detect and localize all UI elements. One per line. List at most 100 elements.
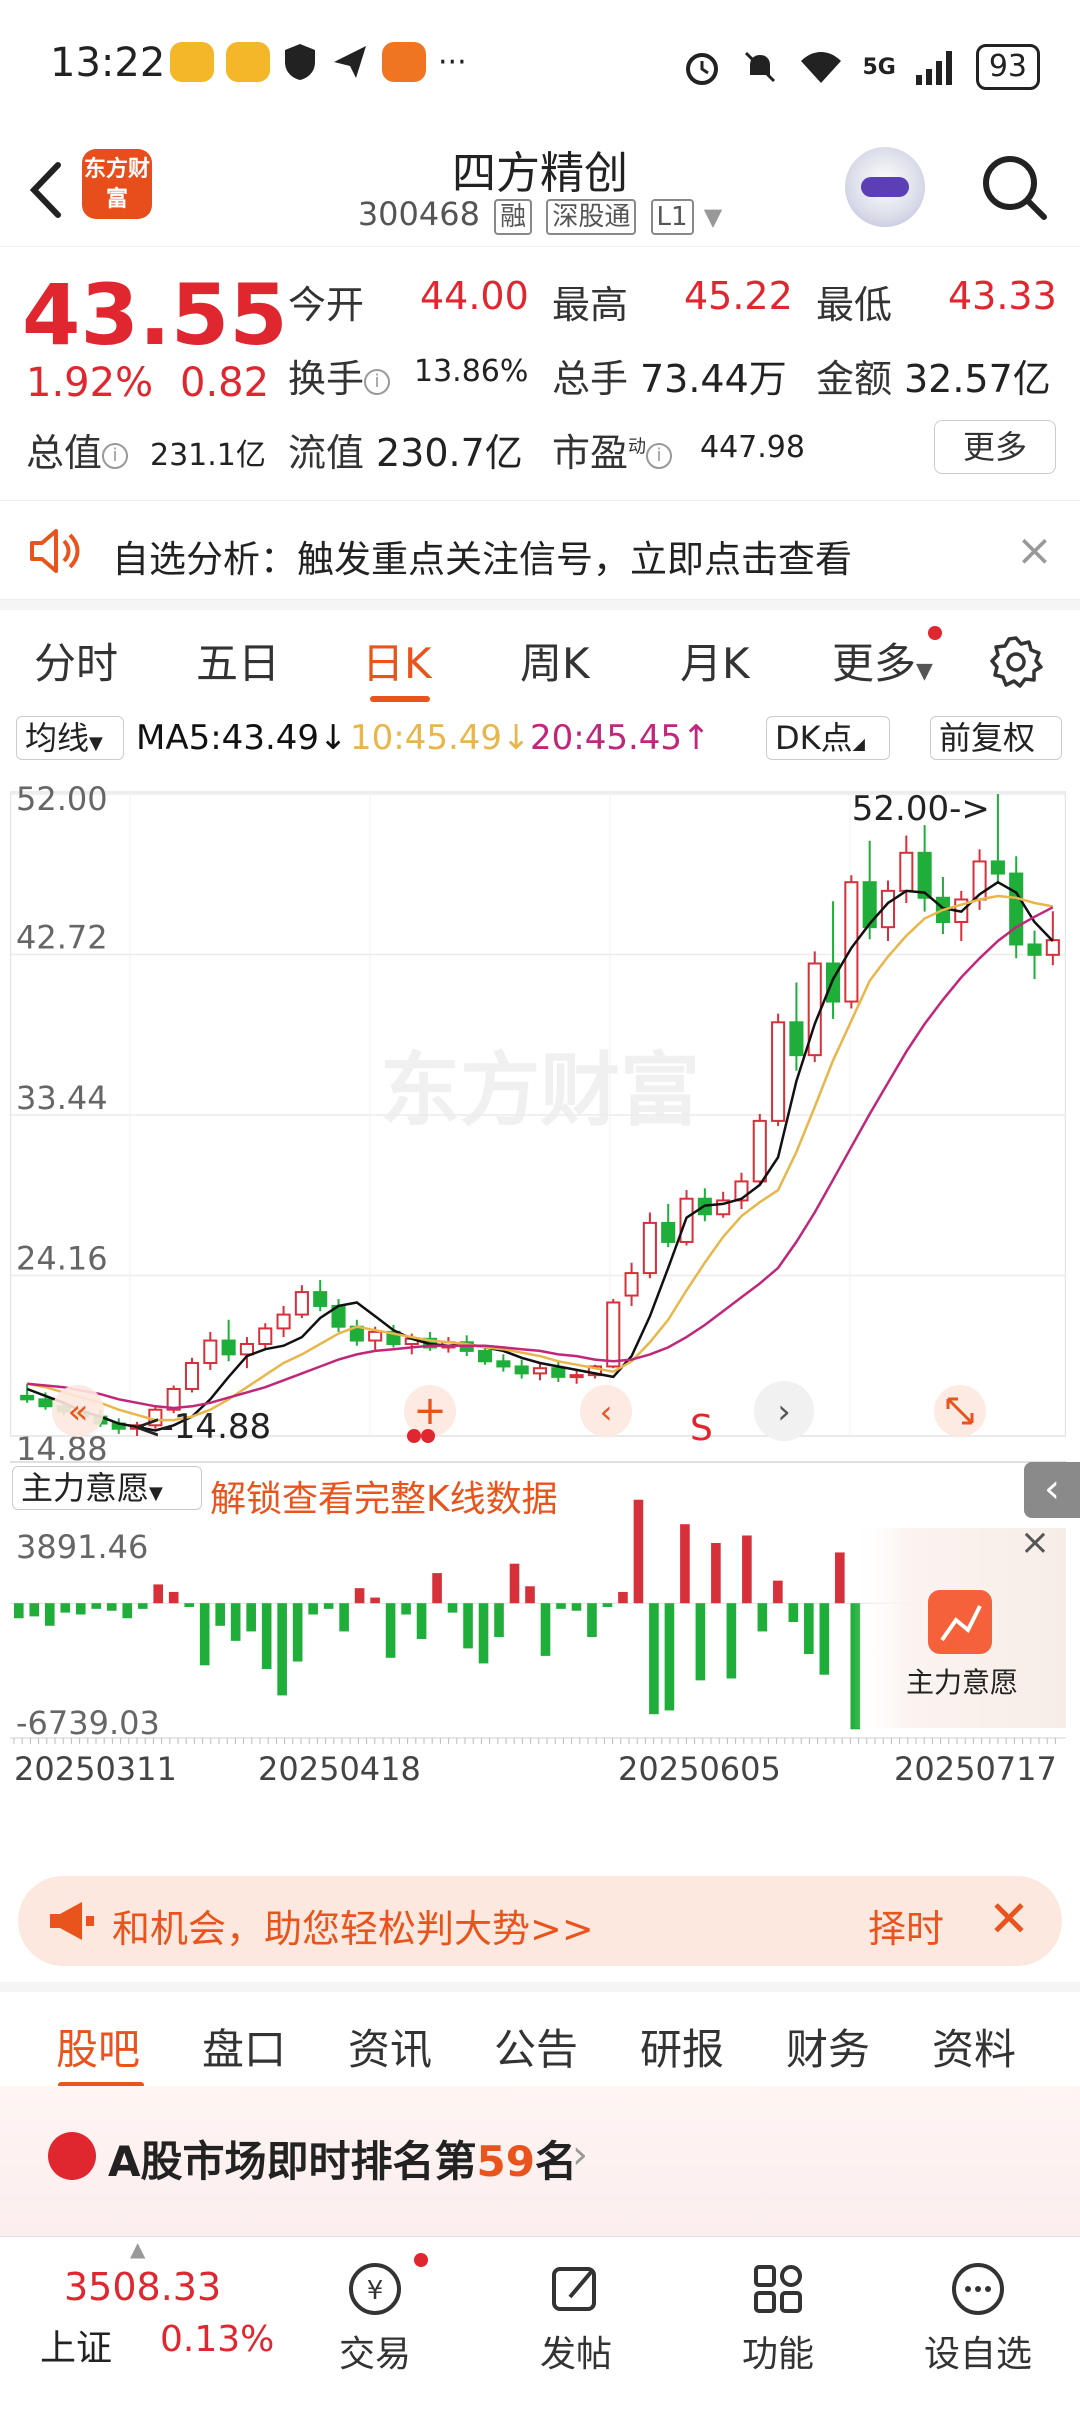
- kline-chart[interactable]: 东方财富 52.0042.7233.4424.1614.88 52.00-><-…: [10, 768, 1066, 1788]
- ranking-icon: [48, 2132, 96, 2180]
- ai-assistant-icon[interactable]: [845, 147, 925, 227]
- promo-banner[interactable]: 和机会，助您轻松判大势>> 择时 ✕: [18, 1876, 1062, 1966]
- index-name: 上证: [40, 2328, 113, 2369]
- moving-average-lines: [26, 880, 1054, 1432]
- index-ticker[interactable]: ▲ 3508.33 上证 0.13%: [0, 2237, 300, 2412]
- main-force-bar: [137, 1603, 148, 1609]
- unlock-kline-link[interactable]: 解锁查看完整K线数据: [210, 1470, 558, 1522]
- ma20-value: 20:45.45↑: [530, 718, 711, 758]
- main-force-bar: [835, 1552, 845, 1604]
- main-force-bar: [432, 1573, 442, 1604]
- tab-announcements[interactable]: 公告: [494, 2016, 578, 2077]
- main-force-bar: [60, 1603, 71, 1613]
- candle-body: [551, 1367, 566, 1378]
- trade-badge: [414, 2253, 428, 2267]
- main-force-bar: [168, 1591, 179, 1604]
- close-icon[interactable]: ×: [1016, 529, 1053, 573]
- main-force-bar: [230, 1603, 241, 1641]
- indicator-tick-label: -6739.03: [16, 1704, 160, 1742]
- main-force-bar: [215, 1603, 225, 1626]
- main-force-bar: [261, 1603, 272, 1670]
- candle-body: [771, 1021, 786, 1122]
- mute-icon: [745, 51, 776, 83]
- high-annotation: 52.00->: [852, 789, 990, 829]
- main-force-bar: [587, 1603, 597, 1638]
- main-force-bar: [556, 1603, 566, 1609]
- stock-header: 东方财富 四方精创 300468 融 深股通 L1 ▼: [0, 135, 1080, 247]
- candle-body: [642, 1221, 657, 1275]
- tab-five-day[interactable]: 五日: [196, 630, 280, 691]
- collapse-panel-button[interactable]: ‹: [1024, 1462, 1080, 1518]
- main-force-bar: [385, 1603, 396, 1658]
- index-value: 3508.33: [64, 2265, 222, 2309]
- search-icon[interactable]: [978, 151, 1050, 223]
- kline-chart-area[interactable]: 东方财富 52.00 42.72 33.44 24.16 14.88 52.00-> <-…: [10, 768, 1066, 1788]
- adjust-selector[interactable]: 前复权: [930, 716, 1062, 760]
- main-force-bar: [618, 1591, 628, 1604]
- tab-research[interactable]: 研报: [640, 2016, 724, 2077]
- main-force-bar: [292, 1603, 303, 1662]
- plus-icon: +: [413, 1388, 447, 1434]
- quote-panel: 43.55 1.92% 0.82 今开 44.00 最高 45.22 最低 43…: [0, 248, 1080, 498]
- indicator-selector[interactable]: 主力意愿▼: [12, 1466, 202, 1510]
- tab-more[interactable]: 更多▼: [832, 630, 933, 691]
- tab-forum[interactable]: 股吧: [56, 2016, 140, 2077]
- main-force-bar: [509, 1563, 520, 1604]
- chevron-left-icon: ‹: [600, 1393, 613, 1431]
- pe-dynamic-mark: 动: [628, 436, 647, 458]
- change-amount: 0.82: [180, 360, 270, 406]
- main-force-bar: [75, 1603, 86, 1615]
- tab-intraday[interactable]: 分时: [34, 630, 118, 691]
- info-icon[interactable]: i: [102, 442, 129, 469]
- corner-triangle-icon: ◢: [852, 734, 865, 753]
- turnover-label: 换手 i: [288, 348, 391, 403]
- tab-weekly-k[interactable]: 周K: [520, 630, 590, 691]
- tab-news[interactable]: 资讯: [348, 2016, 432, 2077]
- overlay-selector[interactable]: 均线▼: [16, 716, 124, 760]
- trade-icon: ¥: [349, 2263, 401, 2315]
- gear-icon[interactable]: [988, 634, 1044, 690]
- notice-bar[interactable]: 自选分析：触发重点关注信号，立即点击查看 ×: [0, 500, 1080, 600]
- high-label: 最高: [552, 283, 629, 327]
- shield-icon: [285, 44, 315, 80]
- main-force-bar: [664, 1603, 675, 1711]
- tab-profile[interactable]: 资料: [932, 2016, 1016, 2077]
- price-tick-label: 24.16: [16, 1240, 108, 1278]
- more-button[interactable]: 更多: [934, 420, 1056, 474]
- close-icon[interactable]: ×: [1020, 1522, 1050, 1563]
- ma-line-ma20: [27, 906, 1054, 1410]
- candle-body: [221, 1339, 236, 1356]
- tab-daily-k[interactable]: 日K: [362, 630, 432, 691]
- dropdown-triangle-icon: ▼: [916, 659, 933, 684]
- main-force-bar: [540, 1603, 551, 1656]
- close-icon[interactable]: ✕: [988, 1892, 1030, 1946]
- more-notifications-icon: ···: [438, 44, 467, 80]
- candle-body: [184, 1362, 200, 1390]
- promo-right-text: 择时: [868, 1907, 945, 1951]
- info-icon[interactable]: i: [364, 368, 391, 395]
- candle-body: [478, 1349, 493, 1363]
- main-force-bar: [742, 1535, 752, 1604]
- info-icon[interactable]: i: [646, 442, 673, 469]
- open-label: 今开: [288, 283, 365, 327]
- market-rank-card[interactable]: A股市场即时排名第59名 ›: [0, 2086, 1080, 2236]
- marker-dot: [407, 1429, 421, 1443]
- nav-post[interactable]: 发帖: [506, 2257, 646, 2377]
- dk-point-selector[interactable]: DK点◢: [766, 716, 890, 760]
- nav-add-watchlist[interactable]: 设自选: [908, 2257, 1048, 2377]
- ma-legend-row: 均线▼ MA5:43.49↓ 10:45.49↓ 20:45.45↑ DK点◢ …: [0, 712, 1080, 764]
- tab-financials[interactable]: 财务: [786, 2016, 870, 2077]
- nav-trade[interactable]: ¥ 交易: [305, 2257, 445, 2377]
- price-axis-labels: 52.0042.7233.4424.1614.88: [16, 780, 108, 1468]
- status-app-icons: ···: [170, 42, 467, 82]
- app-notification-icon: [382, 42, 426, 82]
- amount-value: 32.57亿: [904, 357, 1051, 401]
- divider: [0, 600, 1080, 610]
- nav-functions[interactable]: 功能: [708, 2257, 848, 2377]
- tab-monthly-k[interactable]: 月K: [680, 630, 750, 691]
- tab-order-book[interactable]: 盘口: [202, 2016, 286, 2077]
- candle-body: [313, 1291, 328, 1307]
- weibo-icon: [170, 42, 214, 82]
- high-value: 45.22: [684, 274, 793, 318]
- connect-tag: 深股通: [546, 199, 637, 235]
